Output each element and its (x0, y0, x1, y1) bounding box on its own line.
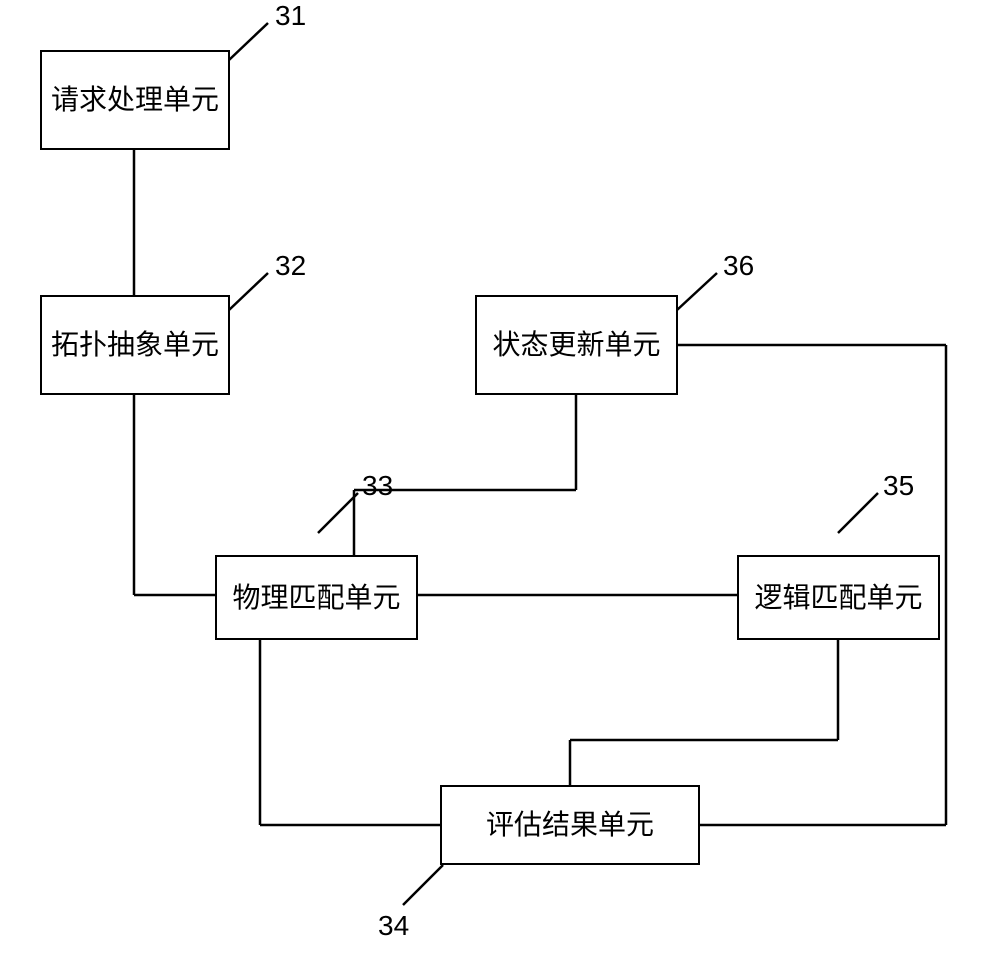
ref-number-33: 33 (362, 470, 393, 502)
ref-number-35: 35 (883, 470, 914, 502)
box-label: 评估结果单元 (486, 808, 654, 842)
box-label: 逻辑匹配单元 (754, 581, 922, 615)
ref-number-36: 36 (723, 250, 754, 282)
ref-number-31: 31 (275, 0, 306, 32)
box-label: 请求处理单元 (51, 83, 219, 117)
box-label: 拓扑抽象单元 (51, 328, 219, 362)
box-state-update: 状态更新单元 (475, 295, 678, 395)
box-evaluation-result: 评估结果单元 (440, 785, 700, 865)
ref-number-34: 34 (378, 910, 409, 942)
box-logical-matching: 逻辑匹配单元 (737, 555, 940, 640)
box-topology-abstraction: 拓扑抽象单元 (40, 295, 230, 395)
box-physical-matching: 物理匹配单元 (215, 555, 418, 640)
ref-number-32: 32 (275, 250, 306, 282)
box-label: 状态更新单元 (492, 328, 660, 362)
box-request-processing: 请求处理单元 (40, 50, 230, 150)
box-label: 物理匹配单元 (232, 581, 400, 615)
diagram-canvas: 请求处理单元 31 拓扑抽象单元 32 状态更新单元 36 物理匹配单元 33 … (0, 0, 1000, 963)
